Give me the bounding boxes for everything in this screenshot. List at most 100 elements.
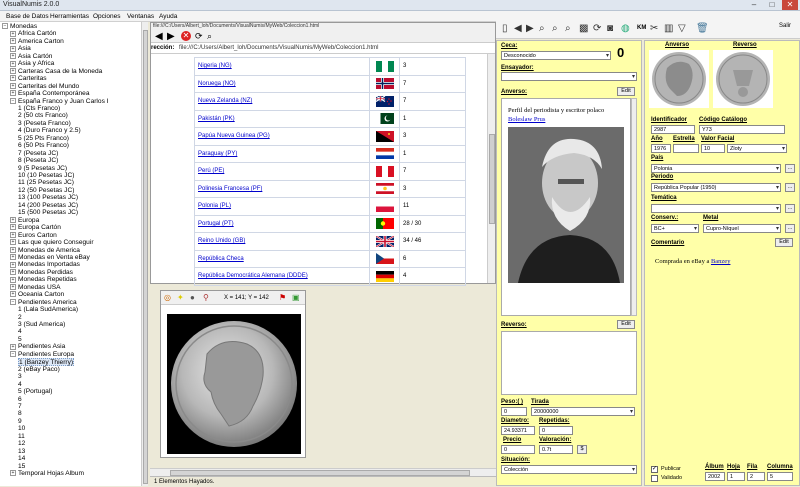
expand-icon[interactable]: + (10, 45, 16, 52)
periodo-more-button[interactable]: ... (785, 183, 795, 192)
binoculars-icon[interactable]: ⌕ (539, 23, 545, 34)
tirada-field[interactable]: 20000000 (531, 407, 635, 416)
country-link[interactable]: Paraguay (PY) (194, 144, 370, 163)
tematica-select[interactable] (651, 204, 781, 213)
exit-button[interactable]: Salir (779, 23, 791, 29)
expand-icon[interactable]: + (10, 216, 16, 223)
valor-unit-select[interactable]: Zloty (727, 144, 787, 153)
tools-icon[interactable]: ✂ (650, 23, 658, 34)
country-link[interactable]: Noruega (NO) (194, 74, 370, 93)
country-link[interactable]: Portugal (PT) (194, 214, 370, 233)
km-icon[interactable]: KM (637, 25, 646, 31)
ceca-select[interactable]: Desconocido (501, 51, 611, 60)
fila-field[interactable]: 2 (747, 472, 765, 481)
collapse-icon[interactable]: − (10, 298, 16, 305)
valor-facial-field[interactable]: 10 (701, 144, 725, 153)
collapse-icon[interactable]: − (2, 23, 8, 30)
validado-checkbox[interactable] (651, 475, 658, 482)
binoculars-next-icon[interactable]: ⌕ (552, 23, 558, 34)
back-arrow-icon[interactable]: ◀ (514, 23, 522, 34)
country-link[interactable]: Perú (PE) (194, 162, 370, 181)
refresh-icon[interactable]: ⟳ (593, 23, 601, 34)
zoom-icon[interactable]: ◎ (164, 293, 171, 302)
anverso-edit-button[interactable]: Edit (617, 87, 635, 96)
collapse-icon[interactable]: − (10, 351, 16, 358)
expand-icon[interactable]: + (10, 261, 16, 268)
expand-icon[interactable]: + (10, 284, 16, 290)
expand-icon[interactable]: + (10, 239, 16, 246)
expand-icon[interactable]: + (10, 343, 16, 350)
reverso-edit-button[interactable]: Edit (617, 320, 635, 329)
tree-item[interactable]: + Temporal Hojas Album (10, 470, 84, 478)
estrella-field[interactable] (673, 144, 699, 153)
ano-field[interactable]: 1976 (651, 144, 671, 153)
expand-icon[interactable]: + (10, 53, 16, 60)
expand-icon[interactable]: + (10, 90, 16, 97)
anverso-textbox[interactable]: Perfil del periodista y escritor polaco … (501, 98, 631, 316)
situacion-select[interactable]: Colección (501, 465, 637, 474)
forward-arrow-icon[interactable]: ▶ (526, 23, 534, 34)
identificador-field[interactable]: 2987 (651, 125, 695, 134)
anverso-thumbnail[interactable] (649, 50, 709, 108)
menu-opciones[interactable]: Opciones (93, 13, 120, 20)
expand-icon[interactable]: + (10, 82, 16, 89)
expand-icon[interactable]: + (10, 291, 16, 298)
comentario-textbox[interactable]: Comprada en eBay a Banzey (651, 248, 795, 460)
menu-ayuda[interactable]: Ayuda (159, 13, 177, 20)
expand-icon[interactable]: + (10, 231, 16, 238)
metal-more-button[interactable]: ... (785, 224, 795, 233)
country-link[interactable]: Nigeria (NG) (194, 57, 370, 76)
currency-button[interactable]: $ (577, 445, 587, 454)
address-input[interactable]: file:///C:/Users/Albert_loh/Documents/Vi… (179, 43, 379, 54)
filter-icon[interactable]: ▽ (678, 23, 686, 34)
codigo-catalogo-field[interactable]: Y73 (699, 125, 785, 134)
repetidas-field[interactable]: 0 (539, 426, 573, 435)
globe-icon[interactable]: ◍ (621, 23, 630, 34)
horizontal-scrollbar[interactable] (150, 468, 496, 476)
browser-scrollbar[interactable] (487, 54, 495, 283)
peso-field[interactable]: 0 (501, 407, 527, 416)
lightbulb-icon[interactable]: ✦ (177, 293, 184, 302)
maximize-button[interactable]: □ (764, 0, 780, 10)
new-document-icon[interactable]: ▯ (502, 23, 508, 34)
close-button[interactable]: ✕ (782, 0, 798, 10)
magnifier-icon[interactable]: ⚲ (203, 293, 209, 302)
expand-icon[interactable]: + (10, 38, 16, 45)
pais-more-button[interactable]: ... (785, 164, 795, 173)
comentario-link[interactable]: Banzey (711, 258, 731, 265)
trash-icon[interactable]: 🗑 (696, 23, 709, 34)
tree-item[interactable]: 3 (Sud America) (18, 321, 65, 329)
metal-select[interactable]: Cupro-Níquel (703, 224, 781, 233)
tree-scroll-thumb[interactable] (143, 30, 148, 484)
album-field[interactable]: 2002 (705, 472, 725, 481)
country-link[interactable]: República Democrática Alemana (DDDE) (194, 267, 370, 286)
country-link[interactable]: Papúa Nueva Guinea (PG) (194, 127, 370, 146)
expand-icon[interactable]: + (10, 75, 16, 82)
tree-item[interactable]: 2 (eBay Paco) (18, 366, 60, 374)
back-arrow-icon[interactable]: ◀ (155, 31, 163, 42)
comentario-edit-button[interactable]: Edit (775, 238, 793, 247)
tree-item[interactable]: 5 (Portugal) (18, 388, 52, 396)
tematica-more-button[interactable]: ... (785, 204, 795, 213)
country-link[interactable]: República Checa (194, 249, 370, 268)
expand-icon[interactable]: + (10, 224, 16, 231)
reverso-textbox[interactable] (501, 331, 637, 395)
pin-icon[interactable]: ⚑ (279, 293, 286, 302)
expand-icon[interactable]: + (10, 254, 16, 261)
country-link[interactable]: Pakistán (PK) (194, 109, 370, 128)
hoja-field[interactable]: 1 (727, 472, 745, 481)
country-link[interactable]: Nueva Zelanda (NZ) (194, 92, 370, 111)
pais-select[interactable]: Polonia (651, 164, 781, 173)
precio-field[interactable]: 0 (501, 445, 535, 454)
diametro-field[interactable]: 24.93371 (501, 426, 535, 435)
expand-icon[interactable]: + (10, 60, 16, 67)
periodo-select[interactable]: República Popular (1950) (651, 183, 781, 192)
ensayador-select[interactable] (501, 72, 637, 81)
conserv-select[interactable]: BC+ (651, 224, 699, 233)
expand-icon[interactable]: + (10, 30, 16, 37)
chart-icon[interactable]: ▥ (664, 23, 673, 34)
image-icon[interactable]: ▩ (579, 23, 588, 34)
binoculars-icon[interactable]: ⌕ (207, 31, 212, 42)
country-link[interactable]: Polonia (PL) (194, 197, 370, 216)
country-link[interactable]: Reino Unido (GB) (194, 232, 370, 251)
